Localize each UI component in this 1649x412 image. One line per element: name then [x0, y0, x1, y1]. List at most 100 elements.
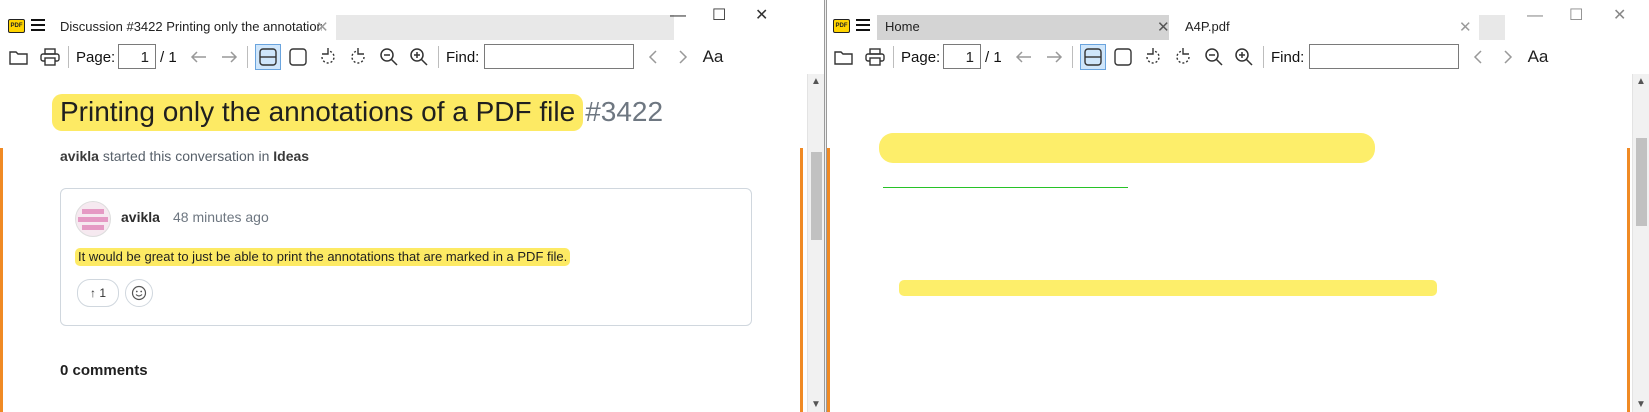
page-edge [1627, 148, 1630, 412]
post-author: avikla [121, 209, 160, 225]
app-logo-icon: PDF [8, 19, 25, 33]
menu-icon[interactable] [856, 19, 870, 32]
scroll-down-icon[interactable]: ▼ [1633, 399, 1649, 410]
tab-label: Discussion #3422 Printing only the annot… [60, 19, 322, 34]
new-tab-area[interactable] [1479, 15, 1505, 40]
separator [893, 46, 894, 68]
print-icon[interactable] [862, 44, 888, 70]
scroll-down-icon[interactable]: ▼ [808, 399, 824, 410]
tab-a4p[interactable]: A4P.pdf [1177, 15, 1445, 40]
find-next-icon[interactable] [670, 44, 696, 70]
tab-label: Home [885, 19, 920, 34]
title-highlight: Printing only the annotations of a PDF f… [52, 94, 584, 131]
open-folder-icon[interactable] [6, 44, 32, 70]
separator [1072, 46, 1073, 68]
next-page-icon[interactable] [216, 44, 242, 70]
page-number-input[interactable]: 1 [118, 44, 156, 69]
page-total: / 1 [985, 49, 1002, 66]
scroll-thumb[interactable] [1636, 138, 1647, 226]
discussion-meta: avikla started this conversation in Idea… [60, 148, 309, 164]
continuous-view-icon[interactable] [255, 44, 281, 70]
highlight-annotation[interactable] [879, 133, 1375, 163]
close-tab-icon[interactable]: ✕ [1459, 16, 1472, 40]
discussion-post: avikla 48 minutes ago It would be great … [60, 188, 752, 326]
post-body: It would be great to just be able to pri… [75, 248, 571, 266]
underline-annotation[interactable] [883, 187, 1128, 188]
maximize-icon[interactable]: ☐ [1569, 8, 1583, 24]
open-folder-icon[interactable] [831, 44, 857, 70]
close-window-icon[interactable]: ✕ [1613, 8, 1626, 24]
toolbar: Page: 1 / 1 Find: Aa [827, 40, 1649, 74]
smiley-icon [131, 285, 147, 301]
post-body-highlight: It would be great to just be able to pri… [75, 248, 571, 266]
tab-home[interactable]: Home [877, 15, 1169, 40]
single-page-icon[interactable] [1110, 44, 1136, 70]
close-tab-icon[interactable]: ✕ [316, 16, 329, 40]
avatar [75, 201, 111, 237]
separator [438, 46, 439, 68]
find-previous-icon[interactable] [640, 44, 666, 70]
tab-discussion[interactable]: Discussion #3422 Printing only the annot… [52, 15, 322, 40]
document-view[interactable] [827, 74, 1649, 412]
rotate-right-icon[interactable] [1170, 44, 1196, 70]
minimize-icon[interactable]: — [1527, 8, 1543, 24]
discussion-title: Printing only the annotations of a PDF f… [52, 94, 664, 131]
page-label: Page: [76, 49, 116, 66]
scroll-up-icon[interactable]: ▲ [1633, 76, 1649, 87]
separator [247, 46, 248, 68]
close-tab-icon[interactable]: ✕ [1157, 16, 1170, 40]
find-label: Find: [446, 49, 480, 66]
page-total: / 1 [160, 49, 177, 66]
zoom-out-icon[interactable] [376, 44, 402, 70]
discussion-number: #3422 [585, 96, 664, 127]
upvote-count: 1 [99, 286, 107, 300]
page-label: Page: [901, 49, 941, 66]
upvote-button[interactable]: ↑ 1 [77, 279, 119, 307]
match-case-icon[interactable]: Aa [1525, 44, 1551, 70]
app-logo-icon: PDF [833, 19, 850, 33]
title-bar: PDF Home ✕ A4P.pdf ✕ — ☐ ✕ [827, 0, 1649, 40]
separator [68, 46, 69, 68]
rotate-left-icon[interactable] [1140, 44, 1166, 70]
toolbar: Page: 1 / 1 Find: Aa [0, 40, 824, 74]
previous-page-icon[interactable] [186, 44, 212, 70]
add-reaction-button[interactable] [125, 279, 153, 307]
tab-label: A4P.pdf [1185, 19, 1230, 34]
menu-icon[interactable] [31, 19, 45, 32]
scroll-thumb[interactable] [811, 152, 822, 240]
vertical-scrollbar[interactable]: ▲ ▼ [1632, 74, 1649, 412]
close-window-icon[interactable]: ✕ [755, 8, 768, 24]
find-input[interactable] [1309, 44, 1459, 69]
find-label: Find: [1271, 49, 1305, 66]
vertical-scrollbar[interactable]: ▲ ▼ [807, 74, 824, 412]
continuous-view-icon[interactable] [1080, 44, 1106, 70]
title-bar: PDF Discussion #3422 Printing only the a… [0, 0, 824, 40]
zoom-in-icon[interactable] [1231, 44, 1257, 70]
minimize-icon[interactable]: — [670, 8, 686, 24]
page-number-input[interactable]: 1 [943, 44, 981, 69]
rotate-left-icon[interactable] [315, 44, 341, 70]
next-page-icon[interactable] [1041, 44, 1067, 70]
previous-page-icon[interactable] [1011, 44, 1037, 70]
find-previous-icon[interactable] [1465, 44, 1491, 70]
zoom-out-icon[interactable] [1201, 44, 1227, 70]
highlight-annotation[interactable] [899, 280, 1437, 296]
meta-started: started this conversation in [102, 148, 270, 164]
rotate-right-icon[interactable] [345, 44, 371, 70]
find-next-icon[interactable] [1495, 44, 1521, 70]
scroll-up-icon[interactable]: ▲ [808, 76, 824, 87]
page-edge [827, 148, 830, 412]
right-pdf-window: PDF Home ✕ A4P.pdf ✕ — ☐ ✕ Page: 1 / 1 F… [826, 0, 1649, 412]
print-icon[interactable] [37, 44, 63, 70]
arrow-up-icon: ↑ [89, 286, 96, 300]
comments-heading: 0 comments [60, 362, 148, 379]
meta-author: avikla [60, 148, 99, 164]
maximize-icon[interactable]: ☐ [712, 8, 726, 24]
single-page-icon[interactable] [285, 44, 311, 70]
match-case-icon[interactable]: Aa [700, 44, 726, 70]
meta-category: Ideas [273, 148, 310, 164]
empty-tab-area [336, 15, 674, 40]
zoom-in-icon[interactable] [406, 44, 432, 70]
post-time: 48 minutes ago [173, 209, 269, 225]
find-input[interactable] [484, 44, 634, 69]
